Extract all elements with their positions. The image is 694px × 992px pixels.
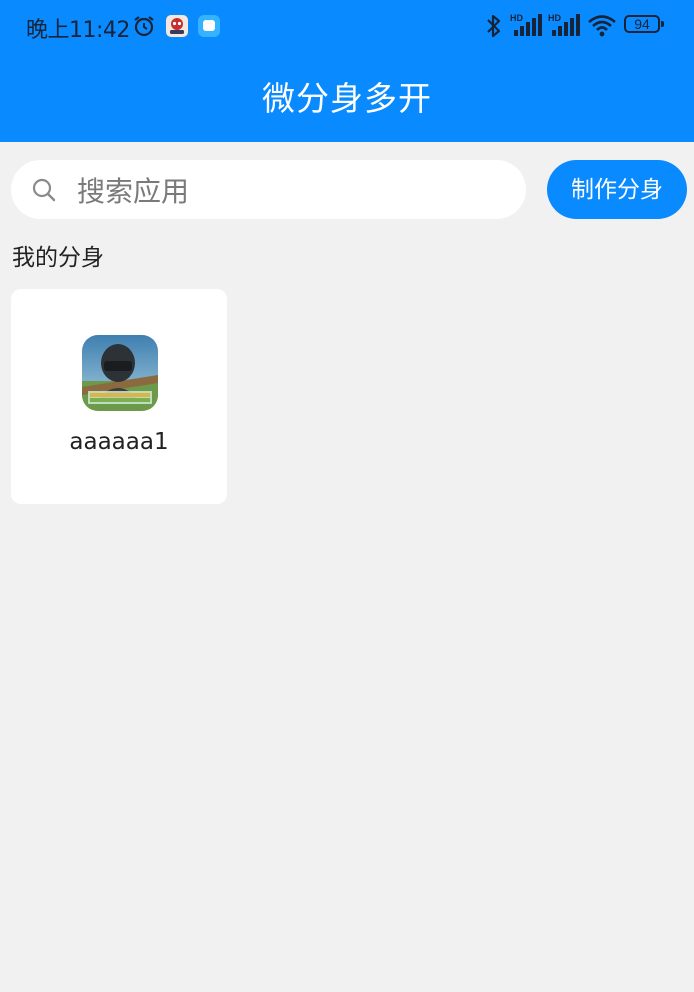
section-title: 我的分身 [12,245,104,271]
battery-tip-icon [661,21,664,27]
status-bar: 晚上11:42 HD HD 94 [0,0,694,52]
game-app-icon [82,335,158,411]
app-header: 晚上11:42 HD HD 94 微分身多开 [0,0,694,142]
svg-text:HD: HD [510,13,523,23]
signal-icon-secondary: HD [548,13,580,36]
clone-app-name: aaaaaa1 [69,429,169,455]
page-title: 微分身多开 [262,79,432,118]
search-bar[interactable] [11,160,526,219]
bluetooth-icon [487,14,501,38]
signal-icon: HD [510,13,542,36]
search-icon [32,178,56,202]
status-time: 晚上11:42 [26,18,130,43]
chat-notification-icon [198,15,220,37]
svg-text:HD: HD [548,13,561,23]
battery-indicator: 94 [624,15,660,33]
clone-app-card[interactable]: aaaaaa1 [11,289,227,504]
search-input[interactable] [75,170,509,212]
game-notification-icon [166,15,188,37]
alarm-icon [134,16,154,37]
battery-level: 94 [634,16,650,32]
make-clone-button[interactable]: 制作分身 [547,160,687,219]
wifi-icon [588,15,616,37]
